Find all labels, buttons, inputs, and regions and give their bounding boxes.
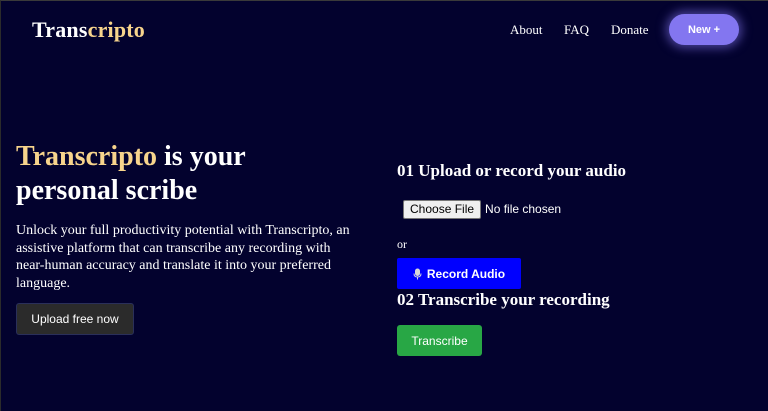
transcribe-button[interactable]: Transcribe bbox=[397, 325, 482, 356]
nav-link-faq[interactable]: FAQ bbox=[564, 22, 589, 38]
record-audio-button[interactable]: Record Audio bbox=[397, 258, 521, 289]
nav-link-about[interactable]: About bbox=[510, 22, 543, 38]
new-button[interactable]: New + bbox=[669, 14, 739, 45]
step-2-title: 02 Transcribe your recording bbox=[397, 290, 610, 309]
site-logo[interactable]: Transcripto bbox=[32, 16, 145, 44]
step-1-title: 01 Upload or record your audio bbox=[397, 161, 627, 180]
record-audio-label: Record Audio bbox=[426, 266, 506, 281]
hero-title-highlight: Transcripto bbox=[16, 141, 158, 172]
choose-file-button[interactable]: Choose File bbox=[403, 199, 482, 219]
upload-free-button[interactable]: Upload free now bbox=[16, 303, 134, 335]
or-separator: or bbox=[397, 237, 407, 251]
file-input[interactable]: Choose File No file chosen bbox=[403, 199, 561, 219]
logo-text-accent: cripto bbox=[87, 17, 146, 42]
microphone-icon bbox=[413, 268, 422, 279]
logo-text-primary: Trans bbox=[32, 17, 88, 42]
hero-title: Transcripto is your personal scribe bbox=[16, 140, 346, 208]
no-file-chosen-label: No file chosen bbox=[485, 202, 562, 216]
hero-description: Unlock your full productivity potential … bbox=[16, 223, 350, 291]
nav-link-donate[interactable]: Donate bbox=[611, 22, 649, 38]
